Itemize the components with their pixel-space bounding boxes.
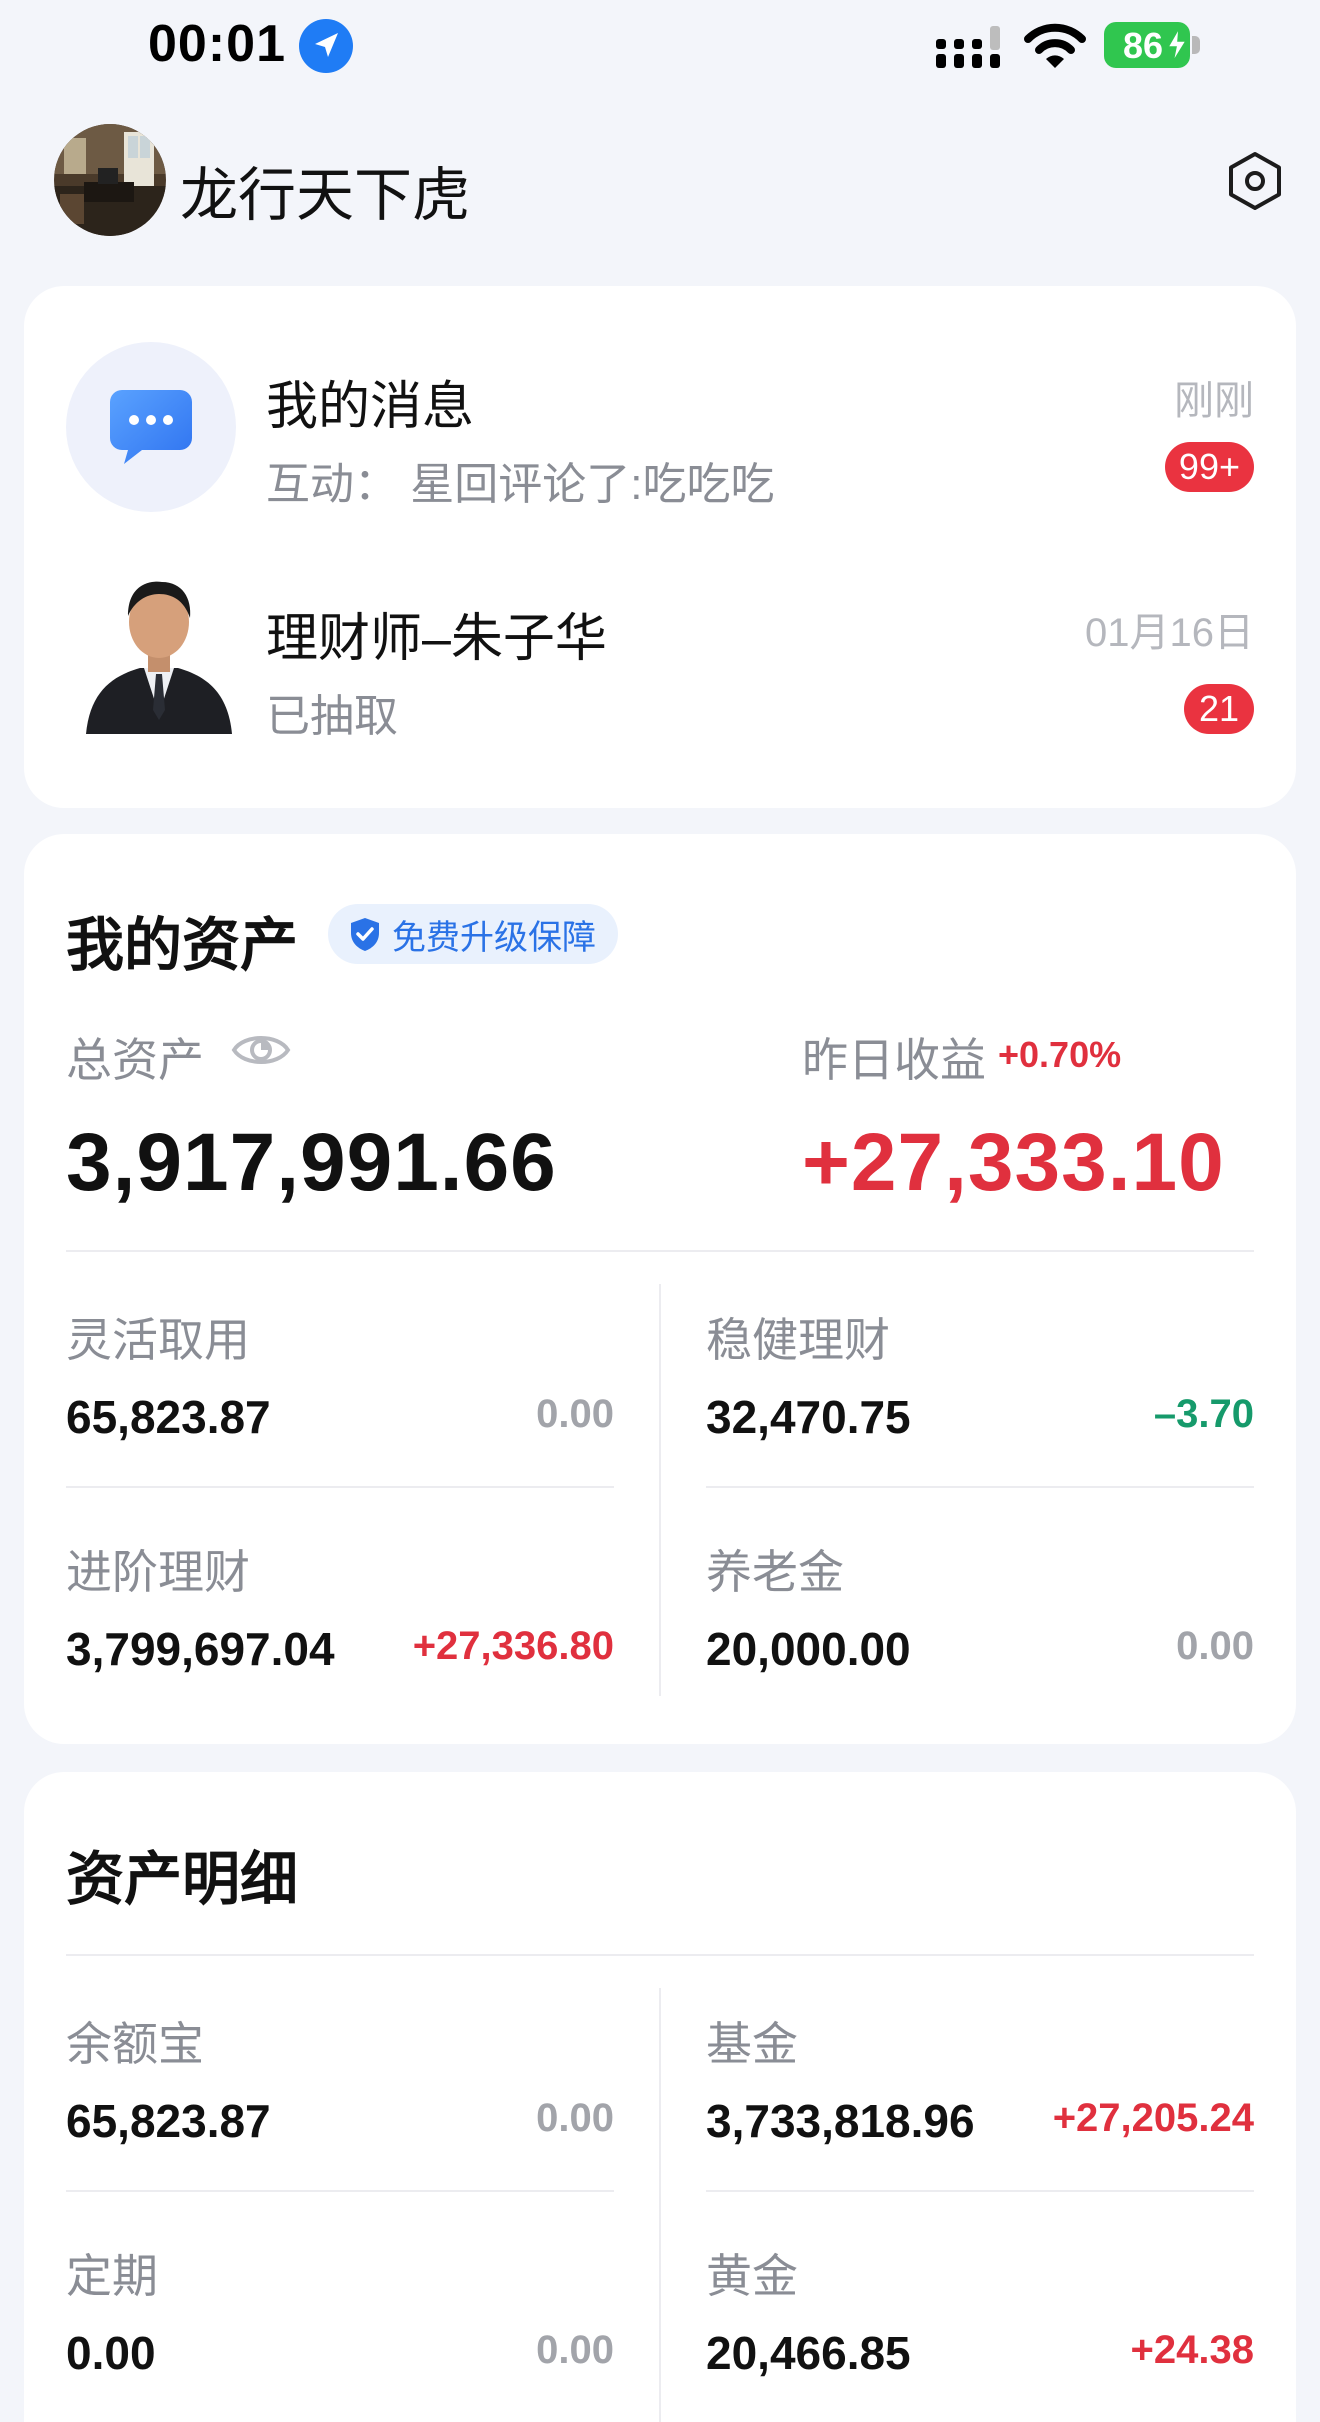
message-row-my-messages[interactable]: 我的消息 互动： 星回评论了:吃吃吃 刚刚 99+ <box>24 342 1296 512</box>
divider <box>66 1486 614 1488</box>
guarantee-text: 免费升级保障 <box>392 918 596 957</box>
chat-bubble-icon <box>110 390 192 464</box>
detail-item-fixed-term[interactable]: 定期 0.00 0.00 <box>66 2240 614 2420</box>
yesterday-earnings-rate: +0.70% <box>998 1034 1122 1075</box>
my-assets-card: 我的资产 免费升级保障 总资产 3,917,991.66 昨日收益 +0.70%… <box>24 834 1296 1744</box>
total-assets-value: 3,917,991.66 <box>66 1117 557 1208</box>
status-bar: 00:01 86 <box>0 0 1320 92</box>
asset-item-change: 0.00 <box>536 1392 614 1436</box>
message-subtitle: 互动： 星回评论了:吃吃吃 <box>266 460 775 509</box>
unread-badge: 21 <box>1184 684 1254 734</box>
settings-hexagon-icon[interactable] <box>1224 150 1286 212</box>
wifi-icon <box>1024 23 1086 68</box>
advisor-avatar <box>86 581 232 734</box>
detail-item-label: 定期 <box>66 2250 158 2302</box>
divider <box>66 1250 1254 1252</box>
asset-item-change: –3.70 <box>1153 1392 1254 1436</box>
avatar[interactable] <box>54 124 166 236</box>
avatar-image <box>54 124 166 236</box>
detail-item-change: 0.00 <box>536 2328 614 2372</box>
asset-item-advanced[interactable]: 进阶理财 3,799,697.04 +27,336.80 <box>66 1536 614 1716</box>
asset-item-value: 20,000.00 <box>706 1623 911 1675</box>
divider <box>66 2190 614 2192</box>
detail-title: 资产明细 <box>66 1847 299 1912</box>
username[interactable]: 龙行天下虎 <box>180 148 470 232</box>
unread-badge: 99+ <box>1164 442 1254 492</box>
divider <box>659 1988 661 2422</box>
detail-item-change: 0.00 <box>536 2096 614 2140</box>
asset-detail-card: 资产明细 余额宝 65,823.87 0.00 基金 3,733,818.96 … <box>24 1772 1296 2422</box>
asset-item-label: 稳健理财 <box>706 1314 890 1366</box>
messages-card: 我的消息 互动： 星回评论了:吃吃吃 刚刚 99+ 理财师–朱子华 已抽取 01… <box>24 286 1296 808</box>
asset-item-label: 灵活取用 <box>66 1314 250 1366</box>
detail-item-value: 3,733,818.96 <box>706 2095 975 2147</box>
detail-item-label: 基金 <box>706 2018 798 2070</box>
detail-item-value: 65,823.87 <box>66 2095 271 2147</box>
asset-item-change: +27,336.80 <box>412 1624 614 1668</box>
asset-item-steady[interactable]: 稳健理财 32,470.75 –3.70 <box>706 1304 1254 1484</box>
asset-item-value: 65,823.87 <box>66 1391 271 1443</box>
status-time: 00:01 <box>148 15 286 73</box>
message-time: 01月16日 <box>1085 611 1254 655</box>
message-title: 理财师–朱子华 <box>266 610 607 668</box>
message-icon-wrapper <box>66 342 236 512</box>
detail-item-label: 余额宝 <box>66 2018 204 2070</box>
shield-check-icon <box>351 918 379 951</box>
message-subtitle: 已抽取 <box>266 692 398 741</box>
cellular-signal-icon <box>936 26 1000 68</box>
asset-item-change: 0.00 <box>1176 1624 1254 1668</box>
divider <box>659 1284 661 1696</box>
asset-item-value: 3,799,697.04 <box>66 1623 335 1675</box>
message-title: 我的消息 <box>266 378 475 436</box>
asset-item-label: 进阶理财 <box>66 1546 250 1598</box>
battery-indicator: 86 <box>1104 22 1200 68</box>
location-arrow-icon <box>299 19 353 73</box>
asset-item-flexible[interactable]: 灵活取用 65,823.87 0.00 <box>66 1304 614 1484</box>
detail-item-gold[interactable]: 黄金 20,466.85 +24.38 <box>706 2240 1254 2420</box>
message-time: 刚刚 <box>1174 379 1254 423</box>
guarantee-badge[interactable]: 免费升级保障 <box>328 904 618 964</box>
asset-item-label: 养老金 <box>706 1546 844 1598</box>
detail-item-value: 20,466.85 <box>706 2327 911 2379</box>
divider <box>706 1486 1254 1488</box>
assets-title: 我的资产 <box>66 913 299 978</box>
detail-item-value: 0.00 <box>66 2327 156 2379</box>
eye-visibility-icon[interactable] <box>230 1026 292 1074</box>
detail-item-fund[interactable]: 基金 3,733,818.96 +27,205.24 <box>706 2008 1254 2188</box>
divider <box>66 1954 1254 1956</box>
detail-item-yuebao[interactable]: 余额宝 65,823.87 0.00 <box>66 2008 614 2188</box>
battery-charging-icon <box>1166 28 1188 62</box>
detail-item-change: +24.38 <box>1130 2328 1254 2372</box>
message-row-advisor[interactable]: 理财师–朱子华 已抽取 01月16日 21 <box>24 574 1296 744</box>
profile-header: 龙行天下虎 <box>0 120 1320 240</box>
divider <box>706 2190 1254 2192</box>
detail-item-change: +27,205.24 <box>1052 2096 1254 2140</box>
yesterday-earnings-label: 昨日收益 <box>802 1034 986 1086</box>
detail-item-label: 黄金 <box>706 2250 798 2302</box>
total-assets-label: 总资产 <box>66 1034 204 1086</box>
asset-item-pension[interactable]: 养老金 20,000.00 0.00 <box>706 1536 1254 1716</box>
asset-item-value: 32,470.75 <box>706 1391 911 1443</box>
battery-cap <box>1192 36 1200 54</box>
yesterday-earnings-value: +27,333.10 <box>802 1117 1225 1208</box>
